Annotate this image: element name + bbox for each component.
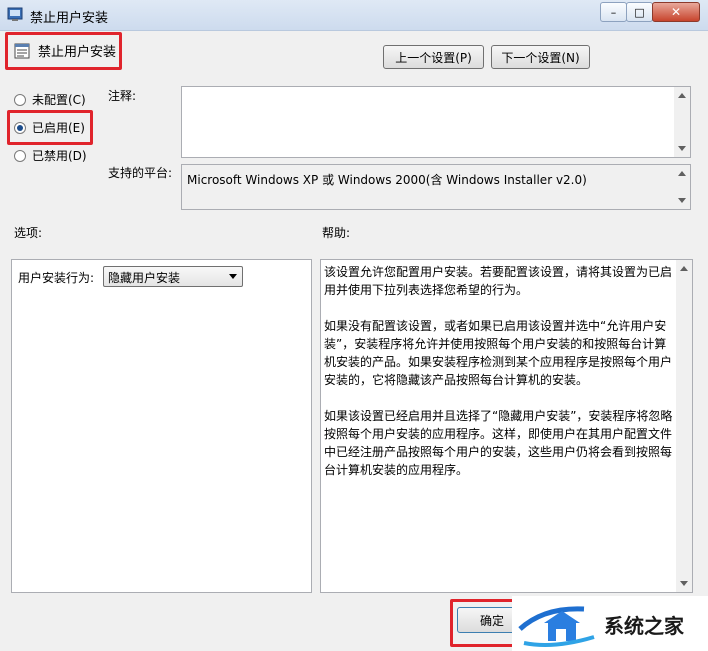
previous-setting-button[interactable]: 上一个设置(P) [383,45,484,69]
user-install-behavior-label: 用户安装行为: [18,271,95,285]
help-paragraph: 如果该设置已经启用并且选择了“隐藏用户安装”，安装程序将忽略按照每个用户安装的应… [324,409,673,477]
scroll-down-icon[interactable] [678,198,686,203]
house-logo-icon [518,606,595,647]
radio-enabled[interactable]: 已启用(E) [14,119,85,136]
help-text: 该设置允许您配置用户安装。若要配置该设置，请将其设置为已启用并使用下拉列表选择您… [324,263,674,497]
title-bar: 禁止用户安装 – □ ✕ [0,0,708,31]
radio-disabled[interactable]: 已禁用(D) [14,147,87,164]
minimize-icon: – [610,5,617,19]
maximize-button[interactable]: □ [626,2,653,22]
scroll-down-icon[interactable] [680,581,688,586]
help-paragraph: 如果没有配置该设置，或者如果已启用该设置并选中“允许用户安装”，安装程序将允许并… [324,319,673,387]
scroll-up-icon[interactable] [678,171,686,176]
user-install-behavior-dropdown[interactable]: 隐藏用户安装 [103,266,243,287]
radio-button-not-configured[interactable] [14,93,26,106]
site-watermark: 系统之家 [512,596,708,651]
close-icon: ✕ [670,5,682,19]
dropdown-arrow-icon [229,274,237,279]
radio-label-enabled: 已启用(E) [32,121,85,135]
watermark-text: 系统之家 [604,614,684,638]
scroll-up-icon[interactable] [678,93,686,98]
radio-label-disabled: 已禁用(D) [32,149,87,163]
options-label: 选项: [14,226,43,240]
help-label: 帮助: [322,226,351,240]
options-pane [11,259,312,593]
policy-name: 禁止用户安装 [38,45,117,60]
policy-dialog: 禁止用户安装 – □ ✕ 禁止用户安装 上一个设置(P) 下一个设置(N) 未配… [0,0,708,651]
platform-field: Microsoft Windows XP 或 Windows 2000(含 Wi… [181,164,691,210]
comment-label: 注释: [108,89,137,103]
platform-label: 支持的平台: [108,166,173,180]
previous-setting-label: 上一个设置(P) [395,50,472,65]
radio-label-not-configured: 未配置(C) [32,93,86,107]
ok-label: 确定 [479,613,504,628]
window-title: 禁止用户安装 [30,11,109,26]
next-setting-button[interactable]: 下一个设置(N) [491,45,590,69]
comment-field[interactable] [181,86,691,158]
dropdown-selected-value: 隐藏用户安装 [108,271,181,285]
radio-not-configured[interactable]: 未配置(C) [14,91,86,108]
policy-app-icon [7,7,23,21]
next-setting-label: 下一个设置(N) [501,50,580,65]
radio-button-enabled[interactable] [14,121,26,134]
scroll-down-icon[interactable] [678,146,686,151]
platform-value: Microsoft Windows XP 或 Windows 2000(含 Wi… [187,173,587,187]
close-button[interactable]: ✕ [652,2,700,22]
maximize-icon: □ [634,5,645,19]
help-paragraph: 该设置允许您配置用户安装。若要配置该设置，请将其设置为已启用并使用下拉列表选择您… [324,265,673,297]
scroll-up-icon[interactable] [680,266,688,271]
help-scrollbar[interactable] [676,260,692,592]
platform-scrollbar[interactable] [674,165,690,209]
policy-setting-icon [14,43,30,59]
minimize-button[interactable]: – [600,2,627,22]
radio-button-disabled[interactable] [14,149,26,162]
comment-scrollbar[interactable] [674,87,690,157]
